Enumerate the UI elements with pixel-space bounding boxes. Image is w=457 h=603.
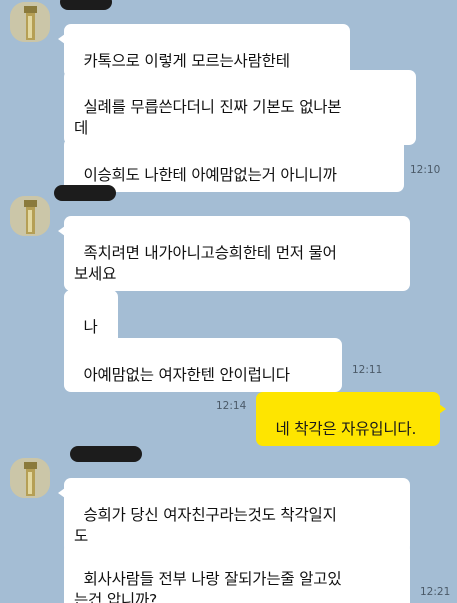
message-text: 이승희도 나한테 아예맘없는거 아니니까: [83, 166, 337, 184]
message-text: 네 착각은 자유입니다.: [275, 420, 417, 438]
chat-bubble[interactable]: 족치려면 내가아니고승희한테 먼저 물어 보세요: [58, 216, 410, 291]
chat-bubble[interactable]: 실례를 무릅쓴다더니 진짜 기본도 없나본 데: [64, 70, 416, 145]
message-text: 실례를 무릅쓴다더니 진짜 기본도 없나본 데: [74, 98, 342, 137]
chat-bubble[interactable]: 회사사람들 전부 나랑 잘되가는줄 알고있 는건 압니까?: [64, 542, 410, 603]
message-timestamp: 12:11: [352, 364, 383, 376]
message-text: 족치려면 내가아니고승희한테 먼저 물어 보세요: [74, 244, 337, 283]
sender-name-redacted: [60, 0, 112, 10]
chat-bubble-outgoing[interactable]: 네 착각은 자유입니다.: [256, 392, 446, 446]
chat-bubble[interactable]: 이승희도 나한테 아예맘없는거 아니니까: [64, 138, 404, 192]
message-timestamp: 12:14: [216, 400, 247, 412]
avatar[interactable]: [10, 2, 50, 42]
avatar[interactable]: [10, 458, 50, 498]
message-text: 회사사람들 전부 나랑 잘되가는줄 알고있 는건 압니까?: [74, 570, 342, 603]
profile-photo-icon: [10, 2, 50, 42]
sender-name-redacted: [70, 446, 142, 462]
message-text: 아예맘없는 여자한텐 안이럽니다: [83, 366, 290, 384]
profile-photo-icon: [10, 196, 50, 236]
chat-bubble[interactable]: 아예맘없는 여자한텐 안이럽니다: [64, 338, 342, 392]
message-text: 카톡으로 이렇게 모르는사람한테: [83, 52, 290, 70]
sender-name-redacted: [54, 185, 116, 201]
message-timestamp: 12:21: [420, 586, 451, 598]
message-text: 승희가 당신 여자친구라는것도 착각일지 도: [74, 506, 337, 545]
avatar[interactable]: [10, 196, 50, 236]
profile-photo-icon: [10, 458, 50, 498]
message-timestamp: 12:10: [410, 164, 441, 176]
